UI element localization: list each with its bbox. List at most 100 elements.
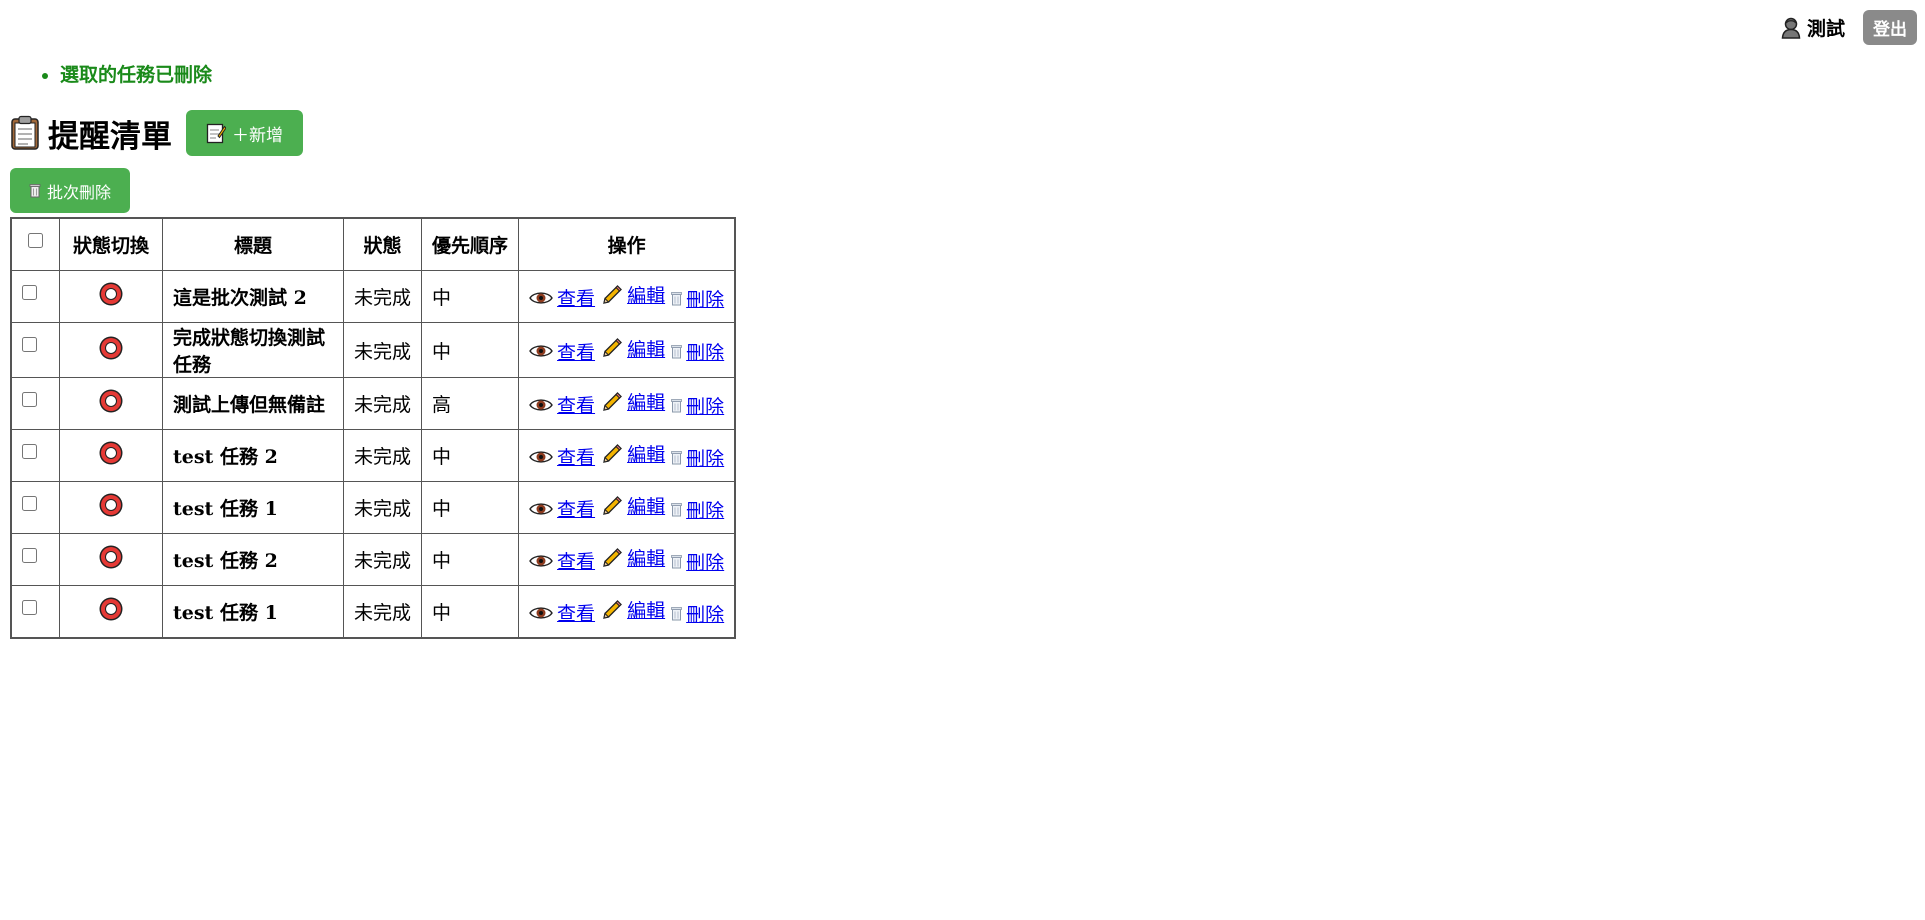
task-title: test 任務 1 xyxy=(162,585,344,639)
edit-link[interactable]: 編輯 xyxy=(601,388,665,415)
view-link[interactable]: 查看 xyxy=(529,495,595,522)
user-info: 測試 xyxy=(1781,14,1845,41)
view-link[interactable]: 查看 xyxy=(529,391,595,418)
edit-link[interactable]: 編輯 xyxy=(601,492,665,519)
delete-link[interactable]: 刪除 xyxy=(671,338,724,365)
edit-link-label: 編輯 xyxy=(627,548,666,571)
row-checkbox[interactable] xyxy=(22,548,37,563)
trash-icon xyxy=(671,398,683,413)
task-status: 未完成 xyxy=(342,270,423,323)
task-status: 未完成 xyxy=(342,429,423,482)
status-toggle-cell xyxy=(59,270,163,323)
row-checkbox[interactable] xyxy=(22,600,37,615)
view-link-label: 查看 xyxy=(557,288,596,311)
table-row: 完成狀態切換測試任務 未完成 中 查看 編輯 刪除 xyxy=(10,322,736,378)
task-title: test 任務 2 xyxy=(162,429,344,482)
edit-link-label: 編輯 xyxy=(627,285,666,308)
flash-message: 選取的任務已刪除 xyxy=(60,60,212,87)
trash-icon xyxy=(29,183,41,198)
column-header-title: 標題 xyxy=(162,217,344,271)
batch-delete-button[interactable]: 批次刪除 xyxy=(10,168,131,213)
row-select-cell xyxy=(10,481,60,534)
page-header: 提醒清單 ＋新增 xyxy=(10,110,303,156)
add-button[interactable]: ＋新增 xyxy=(186,110,303,156)
status-toggle-icon[interactable] xyxy=(98,492,124,518)
row-checkbox[interactable] xyxy=(22,496,37,511)
page-title: 提醒清單 xyxy=(10,111,172,156)
edit-link[interactable]: 編輯 xyxy=(601,544,665,571)
table-row: test 任務 1 未完成 中 查看 編輯 刪除 xyxy=(10,585,736,639)
table-row: test 任務 1 未完成 中 查看 編輯 刪除 xyxy=(10,481,736,534)
task-status: 未完成 xyxy=(342,481,423,534)
delete-link[interactable]: 刪除 xyxy=(671,444,724,471)
add-button-label: ＋新增 xyxy=(232,125,283,146)
task-actions: 查看 編輯 刪除 xyxy=(518,322,736,378)
status-toggle-cell xyxy=(59,585,163,639)
edit-link[interactable]: 編輯 xyxy=(601,335,665,362)
batch-delete-label: 批次刪除 xyxy=(47,182,112,202)
view-link-label: 查看 xyxy=(557,603,596,626)
pencil-icon xyxy=(601,495,623,517)
task-actions: 查看 編輯 刪除 xyxy=(518,533,736,586)
status-toggle-cell xyxy=(59,481,163,534)
status-toggle-cell xyxy=(59,533,163,586)
edit-link[interactable]: 編輯 xyxy=(601,596,665,623)
delete-link-label: 刪除 xyxy=(686,342,725,365)
task-status: 未完成 xyxy=(342,585,423,639)
delete-link[interactable]: 刪除 xyxy=(671,285,724,312)
status-toggle-icon[interactable] xyxy=(98,544,124,570)
view-link-label: 查看 xyxy=(557,341,596,364)
status-toggle-icon[interactable] xyxy=(98,440,124,466)
task-priority: 高 xyxy=(421,377,520,430)
row-checkbox[interactable] xyxy=(22,444,37,459)
select-all-checkbox[interactable] xyxy=(28,233,43,248)
delete-link[interactable]: 刪除 xyxy=(671,392,724,419)
delete-link-label: 刪除 xyxy=(686,551,725,574)
view-link[interactable]: 查看 xyxy=(529,284,595,311)
task-priority: 中 xyxy=(421,270,520,323)
delete-link[interactable]: 刪除 xyxy=(671,496,724,523)
status-toggle-icon[interactable] xyxy=(98,596,124,622)
task-priority: 中 xyxy=(421,481,520,534)
edit-link[interactable]: 編輯 xyxy=(601,440,665,467)
eye-icon xyxy=(529,501,553,517)
pencil-icon xyxy=(601,337,623,359)
delete-link[interactable]: 刪除 xyxy=(671,600,724,627)
edit-link[interactable]: 編輯 xyxy=(601,281,665,308)
row-select-cell xyxy=(10,270,60,323)
trash-icon xyxy=(671,450,683,465)
eye-icon xyxy=(529,397,553,413)
table-header-row: 狀態切換 標題 狀態 優先順序 操作 xyxy=(10,217,736,271)
task-title: test 任務 2 xyxy=(162,533,344,586)
table-row: 測試上傳但無備註 未完成 高 查看 編輯 刪除 xyxy=(10,377,736,430)
logout-button[interactable]: 登出 xyxy=(1863,10,1917,45)
delete-link-label: 刪除 xyxy=(686,288,725,311)
select-all-cell xyxy=(10,217,60,271)
trash-icon xyxy=(671,344,683,359)
trash-icon xyxy=(671,606,683,621)
user-icon xyxy=(1781,17,1801,39)
column-header-status: 狀態 xyxy=(342,217,423,271)
task-title: test 任務 1 xyxy=(162,481,344,534)
table-row: 這是批次測試 2 未完成 中 查看 編輯 刪除 xyxy=(10,270,736,323)
eye-icon xyxy=(529,343,553,359)
memo-icon xyxy=(206,122,226,144)
trash-icon xyxy=(671,502,683,517)
row-checkbox[interactable] xyxy=(22,337,37,352)
status-toggle-icon[interactable] xyxy=(98,388,124,414)
view-link[interactable]: 查看 xyxy=(529,599,595,626)
trash-icon xyxy=(671,291,683,306)
username: 測試 xyxy=(1806,18,1845,40)
status-toggle-cell xyxy=(59,377,163,430)
status-toggle-icon[interactable] xyxy=(98,281,124,307)
view-link[interactable]: 查看 xyxy=(529,547,595,574)
status-toggle-icon[interactable] xyxy=(98,335,124,361)
pencil-icon xyxy=(601,547,623,569)
row-checkbox[interactable] xyxy=(22,285,37,300)
view-link[interactable]: 查看 xyxy=(529,338,595,365)
row-select-cell xyxy=(10,585,60,639)
task-title: 測試上傳但無備註 xyxy=(162,377,344,430)
row-checkbox[interactable] xyxy=(22,392,37,407)
delete-link[interactable]: 刪除 xyxy=(671,548,724,575)
view-link[interactable]: 查看 xyxy=(529,443,595,470)
